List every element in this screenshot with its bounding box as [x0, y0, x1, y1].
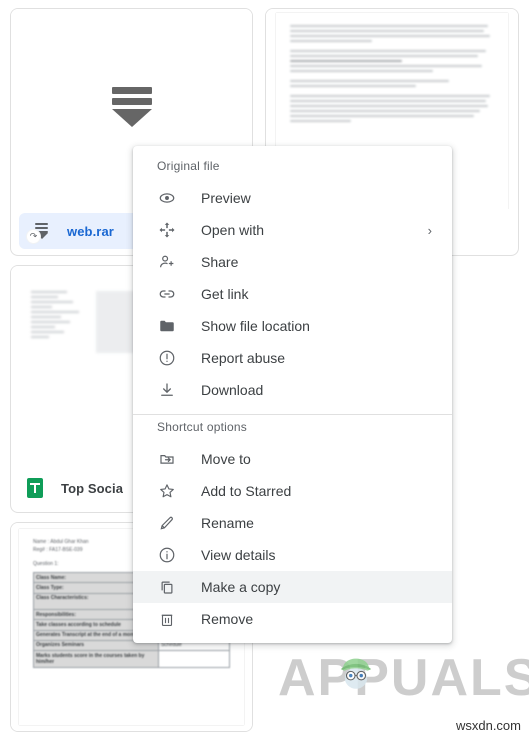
context-menu[interactable]: Original file Preview Open with › Share	[133, 146, 452, 643]
trash-icon	[157, 609, 177, 629]
menu-item-label: Get link	[201, 286, 249, 302]
menu-item-share[interactable]: Share	[133, 246, 452, 278]
site-tag: wsxdn.com	[455, 718, 521, 733]
pencil-icon	[157, 513, 177, 533]
menu-item-label: Open with	[201, 222, 265, 238]
menu-item-download[interactable]: Download	[133, 374, 452, 406]
menu-item-label: Make a copy	[201, 579, 281, 595]
star-icon	[157, 481, 177, 501]
menu-item-open-with[interactable]: Open with ›	[133, 214, 452, 246]
menu-item-label: Move to	[201, 451, 251, 467]
person-add-icon	[157, 252, 177, 272]
blurred-text-block	[290, 25, 494, 122]
file-name-label: web.rar	[67, 223, 114, 239]
report-icon	[157, 348, 177, 368]
menu-item-make-a-copy[interactable]: Make a copy	[133, 571, 452, 603]
folder-icon	[157, 316, 177, 336]
menu-item-preview[interactable]: Preview	[133, 182, 452, 214]
menu-item-label: Preview	[201, 190, 251, 206]
menu-item-rename[interactable]: Rename	[133, 507, 452, 539]
chevron-right-icon: ›	[427, 222, 432, 238]
doc-table-row: Marks students score in the courses take…	[33, 650, 231, 668]
menu-item-label: Share	[201, 254, 239, 270]
menu-item-label: View details	[201, 547, 276, 563]
sheets-icon	[27, 478, 43, 498]
menu-section-label-original-file: Original file	[157, 159, 220, 173]
doc-table-cell-value	[157, 650, 231, 668]
download-icon	[157, 380, 177, 400]
menu-item-label: Report abuse	[201, 350, 286, 366]
file-name-label: Top Socia	[61, 480, 124, 496]
menu-item-get-link[interactable]: Get link	[133, 278, 452, 310]
menu-item-label: Download	[201, 382, 264, 398]
menu-item-label: Remove	[201, 611, 254, 627]
link-icon	[157, 284, 177, 304]
menu-item-report-abuse[interactable]: Report abuse	[133, 342, 452, 374]
menu-item-label: Rename	[201, 515, 254, 531]
info-icon	[157, 545, 177, 565]
move-to-folder-icon	[157, 449, 177, 469]
open-with-icon	[157, 220, 177, 240]
archive-download-icon: ↷	[26, 220, 49, 244]
menu-item-label: Add to Starred	[201, 483, 292, 499]
menu-item-remove[interactable]: Remove	[133, 603, 452, 635]
eye-icon	[157, 188, 177, 208]
menu-item-add-to-starred[interactable]: Add to Starred	[133, 475, 452, 507]
menu-item-view-details[interactable]: View details	[133, 539, 452, 571]
menu-item-label: Show file location	[201, 318, 310, 334]
copy-icon	[157, 577, 177, 597]
doc-table-cell-header: Marks students score in the courses take…	[33, 650, 159, 668]
menu-item-move-to[interactable]: Move to	[133, 443, 452, 475]
menu-item-show-file-location[interactable]: Show file location	[133, 310, 452, 342]
menu-section-label-shortcut-options: Shortcut options	[157, 420, 247, 434]
